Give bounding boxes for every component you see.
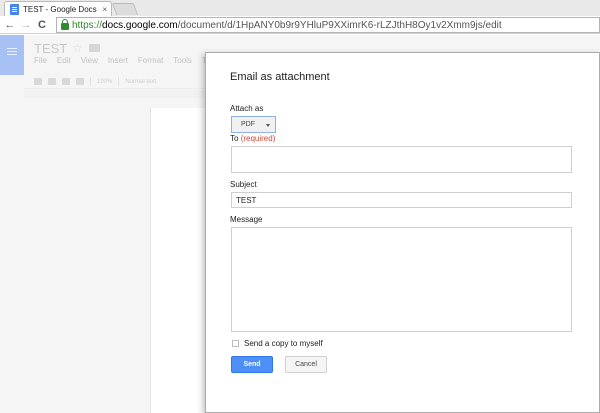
- docs-logo-icon[interactable]: [0, 35, 24, 75]
- undo-icon[interactable]: [48, 78, 56, 85]
- dialog-title: Email as attachment: [230, 71, 330, 83]
- back-arrow-icon[interactable]: ←: [4, 19, 16, 31]
- url-text: https://docs.google.com/document/d/1HpAN…: [72, 19, 502, 31]
- redo-icon[interactable]: [62, 78, 70, 85]
- docs-favicon-icon: [10, 3, 19, 15]
- subject-label: Subject: [230, 180, 257, 189]
- to-label: To (required): [230, 134, 276, 143]
- new-tab-button[interactable]: [111, 3, 139, 15]
- message-label: Message: [230, 215, 263, 224]
- tab-title: TEST - Google Docs: [23, 4, 97, 14]
- attach-format-select[interactable]: PDF: [231, 116, 276, 133]
- forward-arrow-icon[interactable]: →: [20, 19, 32, 31]
- send-button[interactable]: Send: [231, 356, 273, 373]
- menu-insert[interactable]: Insert: [108, 56, 128, 65]
- cancel-button[interactable]: Cancel: [285, 356, 327, 373]
- subject-field[interactable]: TEST: [231, 192, 572, 208]
- star-icon[interactable]: ☆: [72, 41, 83, 55]
- menu-file[interactable]: File: [34, 56, 47, 65]
- style-select[interactable]: Normal text: [125, 79, 156, 85]
- docs-menubar: File Edit View Insert Format Tools Tab: [34, 56, 215, 65]
- menu-format[interactable]: Format: [138, 56, 163, 65]
- tab-strip: TEST - Google Docs ×: [0, 0, 600, 16]
- email-attachment-dialog: Email as attachment Attach as PDF To (re…: [205, 52, 600, 413]
- close-tab-icon[interactable]: ×: [102, 5, 107, 14]
- reload-icon[interactable]: C: [36, 19, 48, 31]
- lock-icon: [61, 19, 69, 30]
- print-icon[interactable]: [34, 78, 42, 85]
- to-field[interactable]: [231, 146, 572, 173]
- copy-to-myself-label: Send a copy to myself: [244, 339, 323, 348]
- toolbar-divider: [90, 77, 91, 86]
- browser-tab[interactable]: TEST - Google Docs ×: [4, 1, 112, 16]
- folder-icon[interactable]: [89, 44, 100, 52]
- zoom-select[interactable]: 100%: [97, 79, 112, 85]
- paint-format-icon[interactable]: [76, 78, 84, 85]
- browser-toolbar: ← → C https://docs.google.com/document/d…: [0, 16, 600, 34]
- document-title[interactable]: TEST: [34, 41, 67, 56]
- menu-edit[interactable]: Edit: [57, 56, 71, 65]
- menu-tools[interactable]: Tools: [173, 56, 192, 65]
- toolbar-divider: [118, 77, 120, 86]
- address-bar[interactable]: https://docs.google.com/document/d/1HpAN…: [56, 17, 600, 33]
- attach-as-label: Attach as: [230, 104, 264, 113]
- required-marker: (required): [240, 134, 276, 143]
- copy-to-myself-checkbox[interactable]: [232, 340, 239, 347]
- chevron-down-icon: [266, 124, 270, 127]
- menu-view[interactable]: View: [81, 56, 98, 65]
- message-field[interactable]: [231, 227, 572, 332]
- attach-format-value: PDF: [241, 121, 255, 128]
